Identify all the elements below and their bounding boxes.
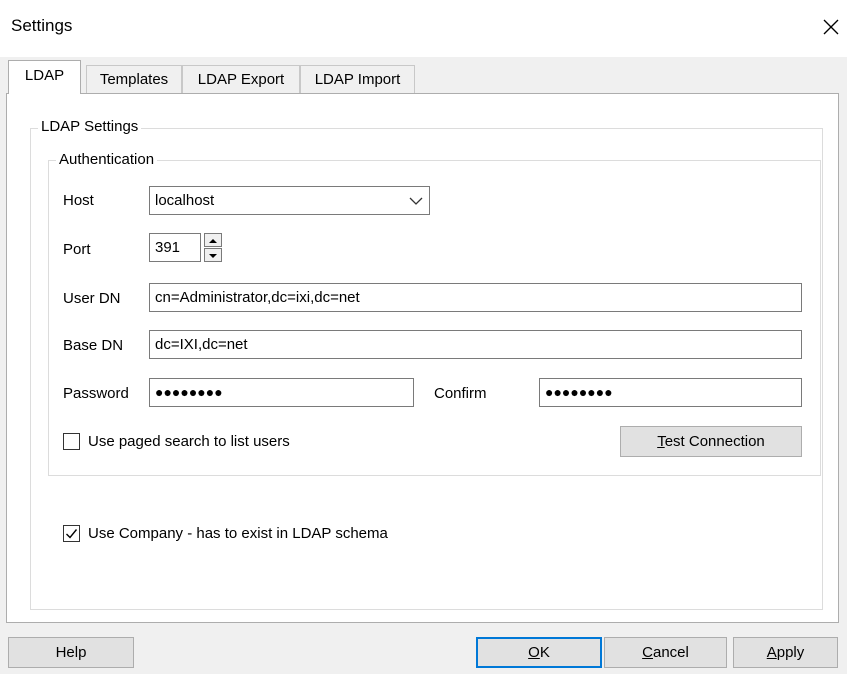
port-label: Port — [63, 241, 91, 258]
window-title: Settings — [11, 16, 73, 35]
test-connection-label: est Connection — [664, 433, 765, 450]
tab-ldap-import[interactable]: LDAP Import — [300, 65, 415, 94]
apply-mnemonic: A — [766, 644, 777, 661]
test-connection-mnemonic: T — [657, 433, 665, 450]
cancel-mnemonic: C — [642, 644, 653, 661]
host-label: Host — [63, 192, 94, 209]
confirm-input[interactable]: ●●●●●●●● — [539, 378, 802, 407]
confirm-label: Confirm — [434, 385, 487, 402]
cancel-label: ancel — [652, 644, 689, 661]
close-icon — [823, 19, 839, 35]
host-combobox[interactable]: localhost — [149, 186, 430, 215]
test-connection-button[interactable]: Test Connection — [620, 426, 802, 457]
host-value: localhost — [155, 192, 215, 209]
paged-search-label[interactable]: Use paged search to list users — [88, 433, 290, 450]
apply-button[interactable]: Apply — [733, 637, 838, 668]
base-dn-input[interactable]: dc=IXI,dc=net — [149, 330, 802, 359]
use-company-label[interactable]: Use Company - has to exist in LDAP schem… — [88, 525, 388, 542]
close-button[interactable] — [818, 14, 844, 40]
password-input[interactable]: ●●●●●●●● — [149, 378, 414, 407]
base-dn-label: Base DN — [63, 337, 124, 354]
ok-mnemonic: O — [528, 644, 540, 661]
cancel-button[interactable]: Cancel — [604, 637, 727, 668]
tab-ldap[interactable]: LDAP — [8, 60, 81, 94]
ldap-settings-legend: LDAP Settings — [38, 118, 142, 135]
ok-label: K — [539, 644, 550, 661]
password-label: Password — [63, 385, 129, 402]
tab-templates[interactable]: Templates — [86, 65, 182, 94]
chevron-down-icon — [409, 197, 423, 205]
port-input[interactable]: 391 — [149, 233, 201, 262]
port-decrement-button[interactable] — [204, 248, 222, 262]
user-dn-label: User DN — [63, 290, 121, 307]
apply-label: pply — [776, 644, 805, 661]
user-dn-input[interactable]: cn=Administrator,dc=ixi,dc=net — [149, 283, 802, 312]
title-bar — [0, 0, 847, 57]
port-increment-button[interactable] — [204, 233, 222, 247]
ok-button[interactable]: OK — [476, 637, 602, 668]
tab-ldap-export[interactable]: LDAP Export — [182, 65, 300, 94]
authentication-legend: Authentication — [56, 151, 158, 168]
help-button[interactable]: Help — [8, 637, 134, 668]
arrow-up-icon — [209, 239, 217, 243]
use-company-checkbox[interactable] — [63, 525, 80, 542]
paged-search-checkbox[interactable] — [63, 433, 80, 450]
checkmark-icon — [66, 529, 78, 539]
arrow-down-icon — [209, 254, 217, 258]
